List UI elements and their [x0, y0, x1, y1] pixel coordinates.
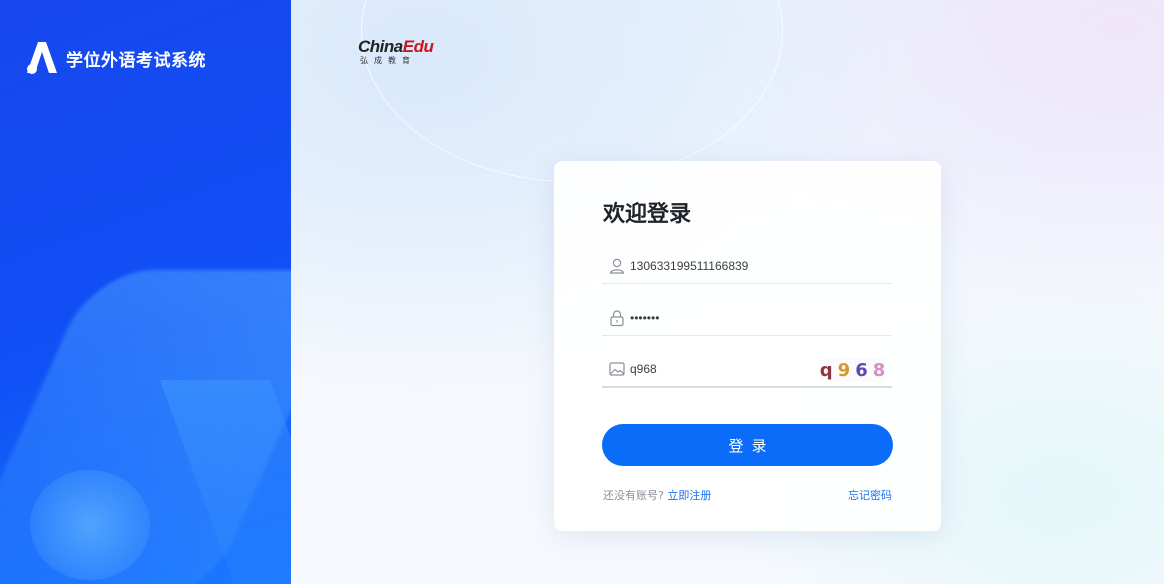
brand-panel: 学位外语考试系统	[0, 0, 291, 584]
image-icon	[608, 360, 626, 378]
captcha-char: 8	[872, 359, 887, 381]
login-heading: 欢迎登录	[603, 202, 692, 227]
decor-ring	[361, 0, 783, 182]
captcha-field: q 9 6 8	[602, 352, 892, 388]
user-icon	[608, 257, 626, 275]
captcha-char: 9	[837, 359, 852, 381]
captcha-char: 6	[855, 359, 869, 381]
login-card: 欢迎登录 q 9	[554, 161, 941, 531]
decor-glow	[30, 470, 150, 580]
password-input[interactable]	[630, 311, 810, 325]
captcha-char: q	[819, 359, 834, 381]
lock-icon	[608, 309, 626, 327]
login-footer: 还没有账号? 立即注册 忘记密码	[603, 487, 892, 503]
captcha-image[interactable]: q 9 6 8	[820, 358, 886, 382]
captcha-input[interactable]	[630, 362, 810, 376]
login-button[interactable]: 登录	[602, 424, 893, 466]
brand-subtitle: 弘成教育	[360, 56, 416, 65]
app-title: 学位外语考试系统	[66, 50, 206, 71]
chinaedu-logo: ChinaEdu 弘成教育	[358, 37, 434, 65]
forgot-password-link[interactable]: 忘记密码	[848, 487, 892, 503]
register-prompt: 还没有账号? 立即注册	[603, 487, 711, 503]
brand-name-part: Edu	[402, 37, 434, 56]
logo-a-icon	[27, 42, 57, 74]
username-field	[602, 249, 892, 284]
brand-name-part: China	[358, 37, 403, 56]
username-input[interactable]	[630, 259, 810, 273]
no-account-text: 还没有账号?	[603, 489, 664, 502]
register-link[interactable]: 立即注册	[667, 489, 711, 502]
password-field	[602, 301, 892, 336]
app-logo: 学位外语考试系统	[24, 40, 206, 76]
